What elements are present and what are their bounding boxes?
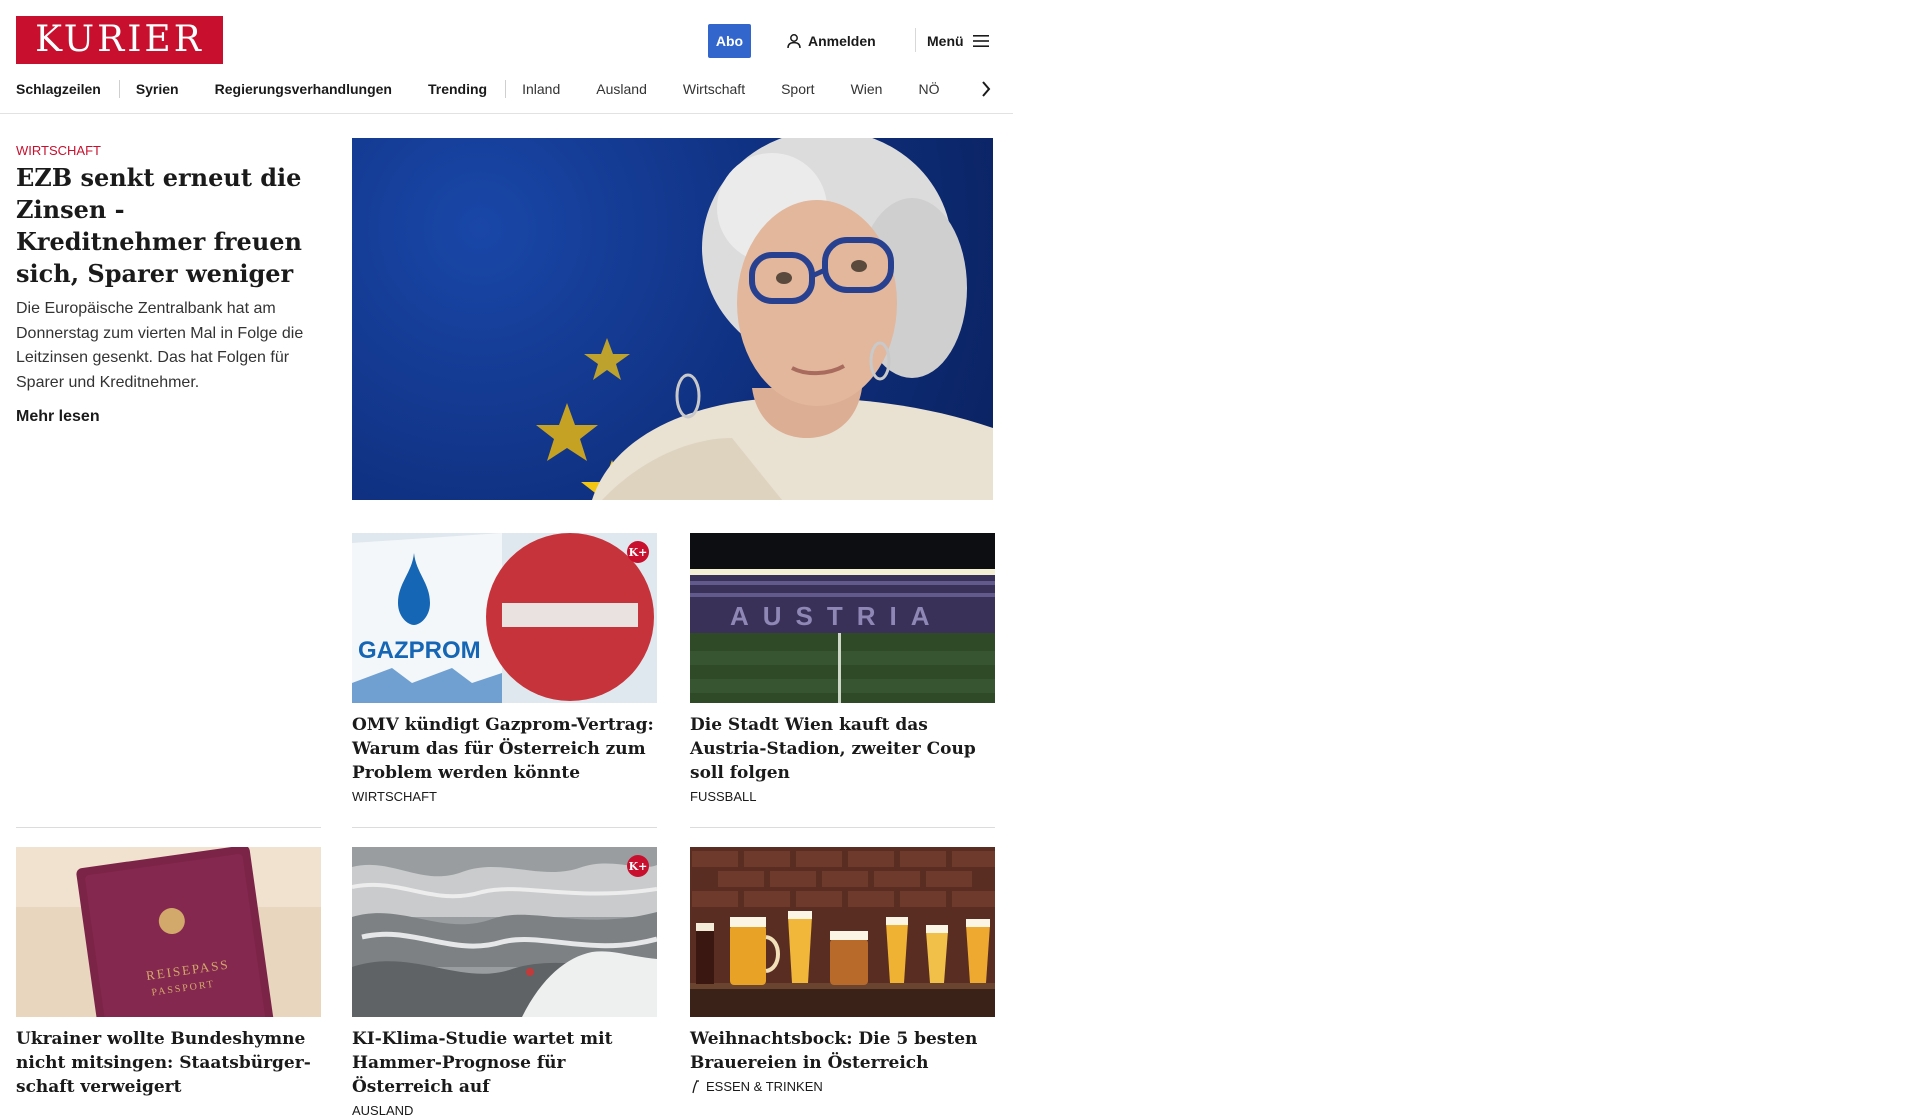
nav-item-trending[interactable]: Trending [428,81,487,97]
nav-divider [505,80,507,98]
read-more-link[interactable]: Mehr lesen [16,408,100,426]
hamburger-icon [972,35,989,47]
nav-divider-line [0,113,1013,114]
header-divider [915,28,916,52]
kplus-badge: K+ [627,541,649,563]
lead-teaser: Die Europäische Zentralbank hat am Donne… [16,300,304,391]
article-card-weihnachtsbock[interactable]: Weihnachtsbock: Die 5 besten Brauereien … [690,847,995,1094]
kplus-badge: K+ [627,855,649,877]
card-title[interactable]: OMV kündigt Gazprom-Vertrag: Warum das f… [352,713,657,785]
card-category[interactable]: AUSLAND [352,1103,657,1118]
article-card-reisepass[interactable]: REISEPASS PASSPORT Ukrainer wollte Bunde… [16,847,321,1099]
beer-photo-illustration [690,847,995,1017]
card-image[interactable]: GAZPROM K+ [352,533,657,703]
login-label: Anmelden [808,33,876,49]
row-divider [16,827,321,828]
chevron-right-icon [982,81,991,97]
card-image[interactable]: K+ [352,847,657,1017]
card-title[interactable]: Weihnachtsbock: Die 5 besten Brauereien … [690,1027,995,1075]
gazprom-sign-text: GAZPROM [358,637,481,664]
nav-item-sport[interactable]: Sport [781,81,814,97]
abo-button[interactable]: Abo [708,24,751,58]
row-divider [352,827,657,828]
nav-divider [118,80,120,98]
nav-item-wirtschaft[interactable]: Wirtschaft [683,81,745,97]
menu-button[interactable]: Menü [927,30,989,52]
card-category[interactable]: FUSSBALL [690,789,995,804]
card-title[interactable]: KI-Klima-Studie wartet mit Ham­mer-Progn… [352,1027,657,1099]
article-card-gazprom[interactable]: GAZPROM K+ OMV kündigt Gazprom-Vertrag: … [352,533,657,804]
gazprom-photo-illustration: GAZPROM [352,533,657,703]
card-category-food[interactable]: ESSEN & TRINKEN [690,1079,995,1094]
nav-item-noe[interactable]: NÖ [918,81,939,97]
lead-kicker[interactable]: WIRTSCHAFT [16,143,101,158]
fork-icon [692,1079,699,1093]
row-divider [690,827,995,828]
lead-image[interactable] [352,138,993,500]
card-image[interactable]: REISEPASS PASSPORT [16,847,321,1017]
nav-item-inland[interactable]: Inland [522,81,560,97]
lead-headline[interactable]: EZB senkt erneut die Zin­sen - Kreditneh… [16,162,316,290]
user-icon [787,34,801,49]
passport-photo-illustration: REISEPASS PASSPORT [16,847,321,1017]
kurier-logo[interactable]: KURIER [16,16,223,64]
card-category-label: ESSEN & TRINKEN [706,1079,823,1094]
lead-photo-illustration [536,138,993,500]
card-title[interactable]: Die Stadt Wien kauft das Austria-Stadion… [690,713,995,785]
card-title[interactable]: Ukrainer wollte Bundeshymne nicht mitsin… [16,1027,321,1099]
card-image[interactable]: AUSTRIA [690,533,995,703]
stadium-text: AUSTRIA [730,601,944,631]
nav-scroll-button[interactable] [976,78,996,100]
stadium-photo-illustration: AUSTRIA [690,533,995,703]
article-card-klima[interactable]: K+ KI-Klima-Studie wartet mit Ham­mer-Pr… [352,847,657,1118]
nav-item-regierungsverhandlungen[interactable]: Regierungsverhandlungen [215,81,392,97]
nav-item-schlagzeilen[interactable]: Schlagzeilen [16,81,101,97]
kurier-homepage: KURIER Abo Anmelden Menü Schlagzeilen Sy… [0,0,1013,1118]
nav-item-ausland[interactable]: Ausland [596,81,647,97]
nav-item-syrien[interactable]: Syrien [136,81,179,97]
nav-item-wien[interactable]: Wien [851,81,883,97]
glacier-photo-illustration [352,847,657,1017]
login-button[interactable]: Anmelden [786,30,876,52]
card-category[interactable]: WIRTSCHAFT [352,789,657,804]
section-nav: Schlagzeilen Syrien Regierungsverhandlun… [16,78,996,100]
menu-label: Menü [927,33,964,49]
article-card-stadion[interactable]: AUSTRIA Die Stadt Wien kauft das Austria… [690,533,995,804]
card-image[interactable] [690,847,995,1017]
